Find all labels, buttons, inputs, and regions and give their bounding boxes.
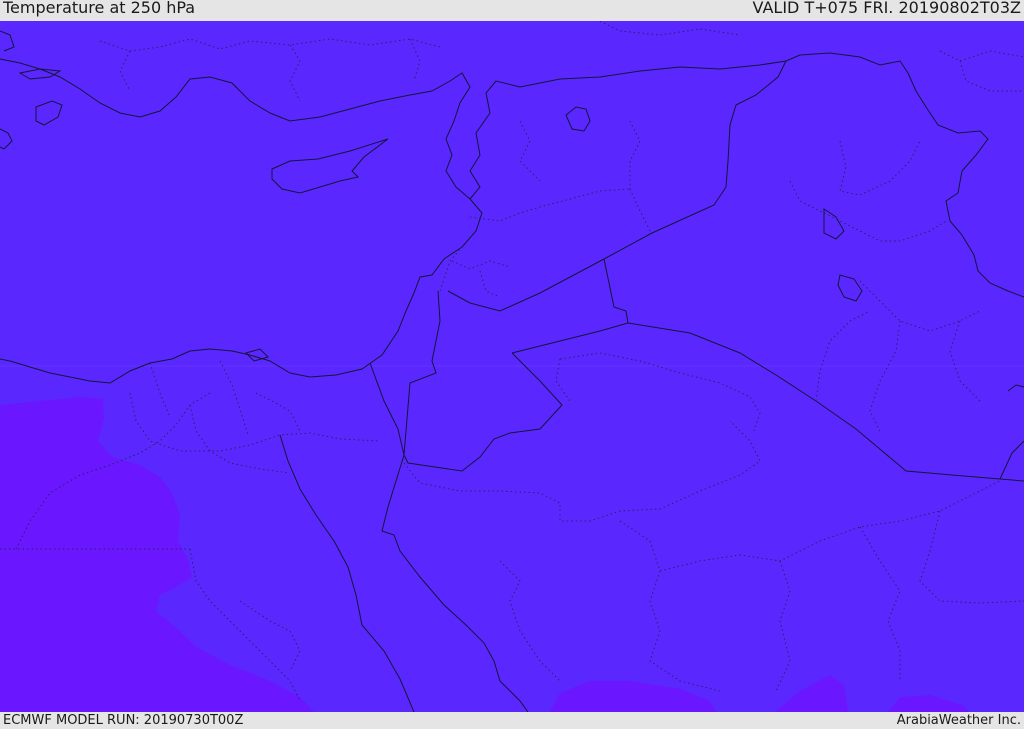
header-bar: Temperature at 250 hPa VALID T+075 FRI. … [0, 0, 1024, 21]
model-run-label: ECMWF MODEL RUN: 20190730T00Z [3, 713, 244, 728]
map-svg [0, 21, 1024, 712]
valid-time-label: VALID T+075 FRI. 20190802T03Z [752, 0, 1021, 17]
footer-bar: ECMWF MODEL RUN: 20190730T00Z ArabiaWeat… [0, 712, 1024, 729]
map-canvas [0, 21, 1024, 712]
map-figure: Temperature at 250 hPa VALID T+075 FRI. … [0, 0, 1024, 729]
credit-label: ArabiaWeather Inc. [896, 713, 1021, 728]
map-title: Temperature at 250 hPa [3, 0, 196, 17]
